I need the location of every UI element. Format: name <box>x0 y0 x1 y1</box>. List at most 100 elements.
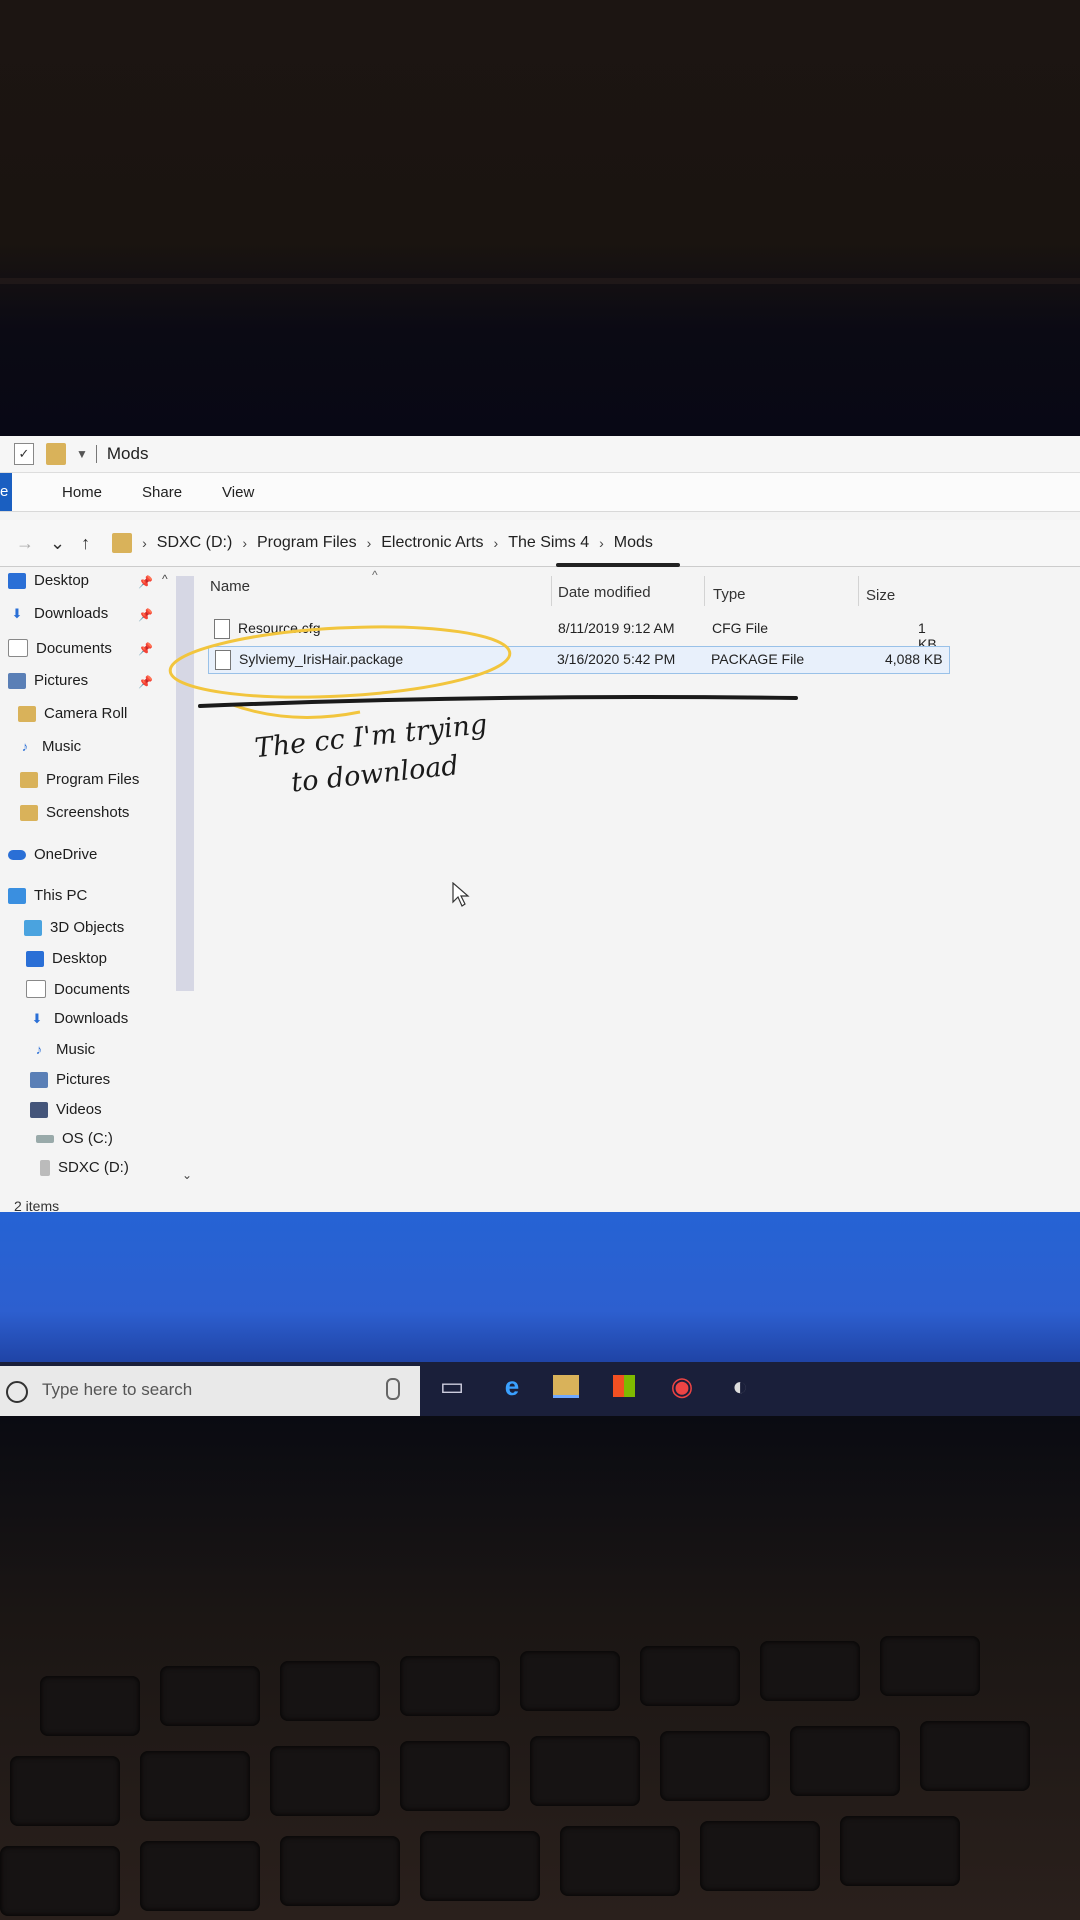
file-row[interactable]: Resource.cfg 8/11/2019 9:12 AM CFG File … <box>208 616 948 652</box>
nav-item-pictures[interactable]: Pictures <box>8 672 88 689</box>
nav-item-label: Camera Roll <box>44 705 128 722</box>
breadcrumb-the-sims-4[interactable]: The Sims 4 <box>508 534 589 552</box>
pin-icon[interactable]: 📌 <box>138 642 153 656</box>
store-icon[interactable] <box>604 1366 644 1406</box>
window-title: Mods <box>106 444 149 463</box>
column-header-size[interactable]: Size <box>866 587 895 604</box>
edge-browser-icon[interactable]: e <box>492 1366 532 1406</box>
folder-icon <box>20 771 38 788</box>
music-icon: ♪ <box>21 738 29 754</box>
documents-icon <box>8 639 28 657</box>
nav-item-3d-objects[interactable]: 3D Objects <box>24 919 124 936</box>
media-app-icon[interactable]: ◉ <box>662 1366 702 1406</box>
tab-home[interactable]: Home <box>42 484 122 501</box>
nav-item-pc-documents[interactable]: Documents <box>26 980 130 998</box>
nav-item-music[interactable]: ♪ Music <box>16 738 81 755</box>
scroll-down-icon[interactable]: ⌄ <box>182 1168 192 1182</box>
cortana-icon[interactable] <box>6 1381 28 1403</box>
column-header-type[interactable]: Type <box>713 586 746 603</box>
sims-app-icon[interactable]: ◐ <box>720 1366 760 1406</box>
desktop-icon <box>26 950 44 967</box>
nav-scrollbar[interactable] <box>176 576 194 991</box>
keyboard-key <box>40 1676 140 1736</box>
file-date: 8/11/2019 9:12 AM <box>558 620 675 636</box>
pin-icon[interactable]: 📌 <box>138 608 153 622</box>
keyboard-key <box>140 1751 250 1821</box>
nav-item-os-c[interactable]: OS (C:) <box>36 1130 113 1147</box>
keyboard-key <box>280 1661 380 1721</box>
taskbar-search-box[interactable]: Type here to search <box>0 1366 420 1416</box>
up-icon[interactable]: ↑ <box>81 533 90 554</box>
new-folder-icon[interactable] <box>46 443 66 465</box>
nav-item-label: Desktop <box>52 950 108 967</box>
nav-item-camera-roll[interactable]: Camera Roll <box>18 705 127 722</box>
nav-item-documents[interactable]: Documents <box>8 639 112 657</box>
nav-item-label: OneDrive <box>34 846 98 863</box>
nav-item-label: Documents <box>54 980 130 998</box>
folder-icon <box>18 705 36 722</box>
nav-item-program-files[interactable]: Program Files <box>20 771 139 788</box>
keyboard-key <box>920 1721 1030 1791</box>
file-type: CFG File <box>712 620 768 636</box>
nav-item-onedrive[interactable]: OneDrive <box>8 846 97 863</box>
download-icon: ⬇ <box>11 605 23 621</box>
cloud-icon <box>8 849 26 860</box>
nav-item-pc-downloads[interactable]: ⬇ Downloads <box>28 1010 129 1027</box>
nav-item-label: Downloads <box>54 1010 129 1027</box>
file-icon <box>214 619 230 639</box>
breadcrumb-electronic-arts[interactable]: Electronic Arts <box>381 534 483 552</box>
nav-item-label: Pictures <box>56 1071 111 1088</box>
pictures-icon <box>8 672 26 689</box>
address-bar[interactable]: → ⌄ ↑ › SDXC (D:) › Program Files › Elec… <box>0 520 1080 567</box>
nav-item-label: Videos <box>56 1101 102 1118</box>
nav-item-label: Program Files <box>46 771 140 788</box>
tab-view[interactable]: View <box>202 484 274 501</box>
scroll-up-icon[interactable]: ^ <box>162 572 168 586</box>
column-header-date[interactable]: Date modified <box>558 584 651 601</box>
quick-access-dropdown-icon[interactable]: ▼ <box>76 447 88 461</box>
file-row-selected[interactable]: Sylviemy_IrisHair.package 3/16/2020 5:42… <box>208 646 950 674</box>
nav-item-pc-desktop[interactable]: Desktop <box>26 950 107 967</box>
ribbon: e Home Share View <box>0 473 1080 512</box>
keyboard-key <box>400 1656 500 1716</box>
keyboard-key <box>790 1726 900 1796</box>
keyboard-key <box>660 1731 770 1801</box>
microphone-icon[interactable] <box>386 1378 400 1400</box>
breadcrumb-program-files[interactable]: Program Files <box>257 534 357 552</box>
room-background-top <box>0 0 1080 440</box>
file-name: Resource.cfg <box>238 620 321 636</box>
nav-item-label: OS (C:) <box>62 1130 113 1147</box>
column-divider[interactable] <box>551 576 552 606</box>
nav-item-downloads[interactable]: ⬇ Downloads <box>8 605 109 622</box>
nav-item-screenshots[interactable]: Screenshots <box>20 804 129 821</box>
forward-icon[interactable]: → <box>16 533 34 554</box>
column-divider[interactable] <box>704 576 705 606</box>
nav-item-pc-music[interactable]: ♪ Music <box>30 1041 95 1058</box>
pin-icon[interactable]: 📌 <box>138 575 153 589</box>
tab-share[interactable]: Share <box>122 484 202 501</box>
file-tab[interactable]: e <box>0 473 12 511</box>
mouse-cursor-icon <box>452 882 470 907</box>
nav-item-this-pc[interactable]: This PC <box>8 887 87 904</box>
search-input[interactable]: Type here to search <box>42 1380 192 1400</box>
properties-icon[interactable]: ✓ <box>14 443 34 465</box>
task-view-icon[interactable]: ▭ <box>432 1366 472 1406</box>
pin-icon[interactable]: 📌 <box>138 675 153 689</box>
file-name: Sylviemy_IrisHair.package <box>239 651 404 667</box>
recent-locations-icon[interactable]: ⌄ <box>50 533 65 554</box>
nav-item-pc-videos[interactable]: Videos <box>30 1101 102 1118</box>
file-explorer-icon[interactable] <box>546 1366 586 1406</box>
nav-item-label: 3D Objects <box>50 919 125 936</box>
keyboard-key <box>530 1736 640 1806</box>
column-divider[interactable] <box>858 576 859 606</box>
keyboard-key <box>700 1821 820 1891</box>
nav-item-desktop[interactable]: Desktop <box>8 572 89 589</box>
video-icon <box>30 1101 48 1118</box>
nav-item-sdxc-d[interactable]: SDXC (D:) <box>40 1159 129 1176</box>
keyboard-key <box>10 1756 120 1826</box>
monitor-bezel <box>0 278 1080 284</box>
breadcrumb-sdxc[interactable]: SDXC (D:) <box>157 534 233 552</box>
nav-item-pc-pictures[interactable]: Pictures <box>30 1071 110 1088</box>
breadcrumb-mods[interactable]: Mods <box>614 534 653 552</box>
column-header-name[interactable]: Name <box>210 578 250 595</box>
